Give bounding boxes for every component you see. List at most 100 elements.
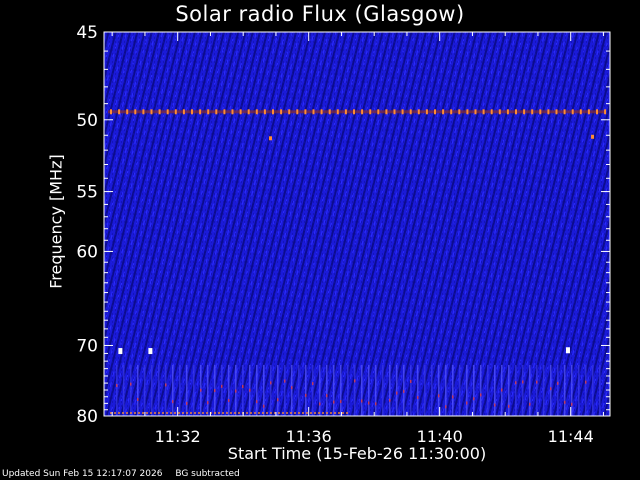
bottom-edge-dot <box>146 412 148 414</box>
bottom-edge-dot <box>194 412 196 414</box>
streak <box>319 364 321 416</box>
streak-emission <box>480 393 482 397</box>
streak-emission <box>396 391 398 395</box>
bottom-edge-dot <box>158 412 160 414</box>
streak <box>410 364 412 416</box>
bottom-edge-dot <box>318 412 320 414</box>
streak-emission <box>445 405 447 409</box>
emission-band-dot <box>126 109 129 115</box>
streak <box>291 364 293 416</box>
streak-emission <box>312 382 314 386</box>
streak <box>522 364 524 416</box>
streak-emission <box>361 399 363 403</box>
bottom-edge-dot <box>298 412 300 414</box>
bottom-edge-dot <box>262 412 264 414</box>
streak <box>116 364 118 416</box>
bottom-edge-dot <box>270 412 272 414</box>
streak-emission <box>389 398 391 402</box>
bottom-edge-dot <box>234 412 236 414</box>
spectrogram-chart: 455055607080 11:32 11:36 11:40 11:44 <box>76 23 611 446</box>
streak <box>333 364 335 416</box>
emission-band-dot <box>255 109 258 115</box>
emission-band-dot <box>304 109 307 115</box>
y-tick-label: 50 <box>76 111 98 131</box>
streak-emission <box>585 380 587 384</box>
bottom-edge-dot <box>134 412 136 414</box>
bottom-edge-dot <box>122 412 124 414</box>
streak <box>305 364 307 416</box>
streak <box>130 364 132 416</box>
y-tick-label: 55 <box>76 183 98 203</box>
streak-emission <box>249 388 251 392</box>
emission-band-dot <box>596 109 598 115</box>
bottom-edge-dot <box>310 412 312 414</box>
streak <box>144 364 146 416</box>
emission-band-dot <box>587 109 590 115</box>
streak-emission <box>137 397 139 401</box>
emission-band-dot <box>393 109 396 115</box>
streak-emission <box>221 384 223 388</box>
emission-band-dot <box>369 109 372 115</box>
bottom-edge-dot <box>290 412 292 414</box>
emission-band-dot <box>166 109 169 115</box>
bottom-edge-dot <box>238 412 240 414</box>
bottom-edge-dot <box>206 412 208 414</box>
bottom-edge-dot <box>258 412 260 414</box>
streak <box>424 364 426 416</box>
emission-band-dot <box>150 109 153 115</box>
y-tick-label: 60 <box>76 242 98 262</box>
y-tick-label: 70 <box>76 336 98 356</box>
streak <box>312 364 314 416</box>
emission-band-dot <box>482 109 485 115</box>
emission-band-dot <box>207 109 210 115</box>
streak <box>585 364 587 416</box>
bottom-edge-dot <box>246 412 248 414</box>
streak <box>487 364 489 416</box>
streak-emission <box>501 388 503 392</box>
streak-emission <box>494 403 496 407</box>
streak <box>207 364 209 416</box>
streak-emission <box>333 400 335 404</box>
streak-emission <box>172 400 174 404</box>
streak-emission <box>515 381 517 385</box>
emission-band-dot <box>247 109 250 115</box>
emission-band-dot <box>174 109 177 115</box>
hot-spot <box>565 347 570 354</box>
streak-emission <box>508 404 510 408</box>
streak-emission <box>116 384 118 388</box>
streak <box>431 364 433 416</box>
emission-band-dot <box>385 109 388 115</box>
streak <box>277 364 279 416</box>
streak <box>536 364 538 416</box>
bottom-edge-dot <box>198 412 200 414</box>
emission-band-dot <box>506 109 509 115</box>
emission-band-dot <box>425 109 428 115</box>
emission-band-dot <box>353 109 355 115</box>
emission-band-dot <box>490 109 493 115</box>
bottom-edge-dot <box>330 412 332 414</box>
streak-emission <box>228 399 230 403</box>
emission-band-dot <box>417 109 420 115</box>
streak <box>543 364 545 416</box>
bottom-edge-dot <box>214 412 216 414</box>
streak-emission <box>200 388 202 392</box>
emission-band-dot <box>223 109 226 115</box>
streak <box>270 364 272 416</box>
chart-title: Solar radio Flux (Glasgow) <box>175 2 465 26</box>
streak-emission <box>214 389 216 393</box>
bottom-edge-dot <box>178 412 180 414</box>
emission-band-dot <box>280 109 283 115</box>
y-tick-label: 45 <box>76 23 98 43</box>
emission-band-dot <box>110 109 112 115</box>
streak-emission <box>368 401 370 405</box>
streak-emission <box>564 400 566 404</box>
bottom-edge-dot <box>342 412 344 414</box>
emission-band-dot <box>515 109 517 115</box>
streak-emission <box>403 389 405 393</box>
bottom-edge-dot <box>282 412 284 414</box>
emission-band-dot <box>361 109 364 115</box>
emission-band-dot <box>434 109 436 115</box>
streak <box>256 364 258 416</box>
bottom-edge-dot <box>266 412 268 414</box>
streak-emission <box>529 402 531 406</box>
